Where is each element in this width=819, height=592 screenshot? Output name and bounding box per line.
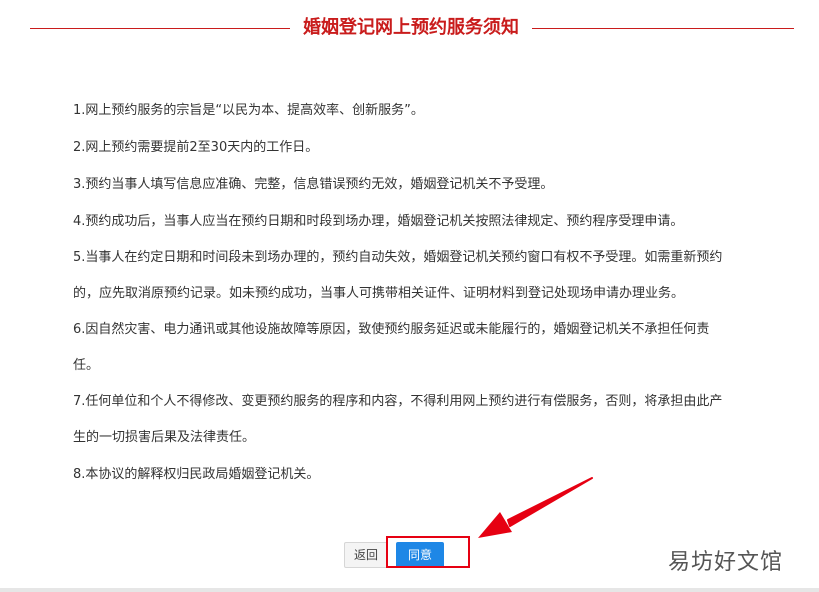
- term-text-line: 生的一切损害后果及法律责任。: [73, 430, 256, 445]
- title-divider-left: [30, 28, 290, 29]
- term-text: 3.预约当事人填写信息应准确、完整，信息错误预约无效，婚姻登记机关不予受理。: [73, 177, 554, 192]
- term-item-8: 8.本协议的解释权归民政局婚姻登记机关。: [73, 456, 755, 493]
- term-text: 2.网上预约需要提前2至30天内的工作日。: [73, 140, 319, 155]
- term-text-line: 6.因自然灾害、电力通讯或其他设施故障等原因，致使预约服务延迟或未能履行的，婚姻…: [73, 322, 710, 337]
- term-text: 8.本协议的解释权归民政局婚姻登记机关。: [73, 467, 320, 482]
- term-item-1: 1.网上预约服务的宗旨是“以民为本、提高效率、创新服务”。: [73, 92, 755, 129]
- term-text-line: 任。: [73, 358, 100, 373]
- agree-button[interactable]: 同意: [396, 542, 444, 568]
- back-button[interactable]: 返回: [344, 542, 388, 568]
- term-text-line: 7.任何单位和个人不得修改、变更预约服务的程序和内容，不得利用网上预约进行有偿服…: [73, 394, 723, 409]
- term-item-4: 4.预约成功后，当事人应当在预约日期和时段到场办理，婚姻登记机关按照法律规定、预…: [73, 203, 755, 240]
- bottom-border: [0, 588, 819, 592]
- term-text-line: 5.当事人在约定日期和时间段未到场办理的，预约自动失效，婚姻登记机关预约窗口有权…: [73, 250, 723, 265]
- term-text-line: 的，应先取消原预约记录。如未预约成功，当事人可携带相关证件、证明材料到登记处现场…: [73, 286, 685, 301]
- page-title: 婚姻登记网上预约服务须知: [303, 17, 519, 38]
- watermark-text: 易坊好文馆: [668, 550, 784, 575]
- term-item-2: 2.网上预约需要提前2至30天内的工作日。: [73, 129, 755, 166]
- term-item-6: 6.因自然灾害、电力通讯或其他设施故障等原因，致使预约服务延迟或未能履行的，婚姻…: [73, 312, 755, 384]
- title-divider-right: [532, 28, 794, 29]
- term-item-7: 7.任何单位和个人不得修改、变更预约服务的程序和内容，不得利用网上预约进行有偿服…: [73, 384, 755, 456]
- term-item-5: 5.当事人在约定日期和时间段未到场办理的，预约自动失效，婚姻登记机关预约窗口有权…: [73, 240, 755, 312]
- term-text: 4.预约成功后，当事人应当在预约日期和时段到场办理，婚姻登记机关按照法律规定、预…: [73, 214, 684, 229]
- terms-list: 1.网上预约服务的宗旨是“以民为本、提高效率、创新服务”。 2.网上预约需要提前…: [73, 92, 755, 493]
- term-text: 1.网上预约服务的宗旨是“以民为本、提高效率、创新服务”。: [73, 103, 424, 118]
- term-item-3: 3.预约当事人填写信息应准确、完整，信息错误预约无效，婚姻登记机关不予受理。: [73, 166, 755, 203]
